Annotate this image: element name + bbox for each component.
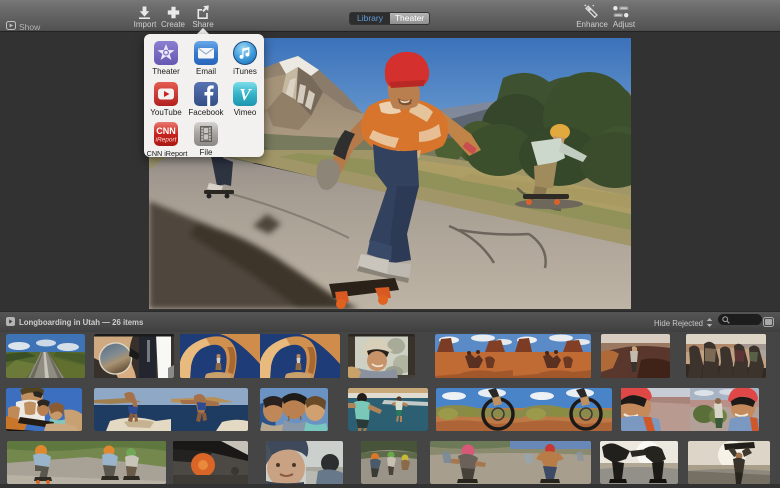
svg-text:CNN: CNN bbox=[156, 126, 176, 136]
svg-text:iReport: iReport bbox=[156, 137, 178, 144]
svg-text:V: V bbox=[239, 85, 252, 104]
